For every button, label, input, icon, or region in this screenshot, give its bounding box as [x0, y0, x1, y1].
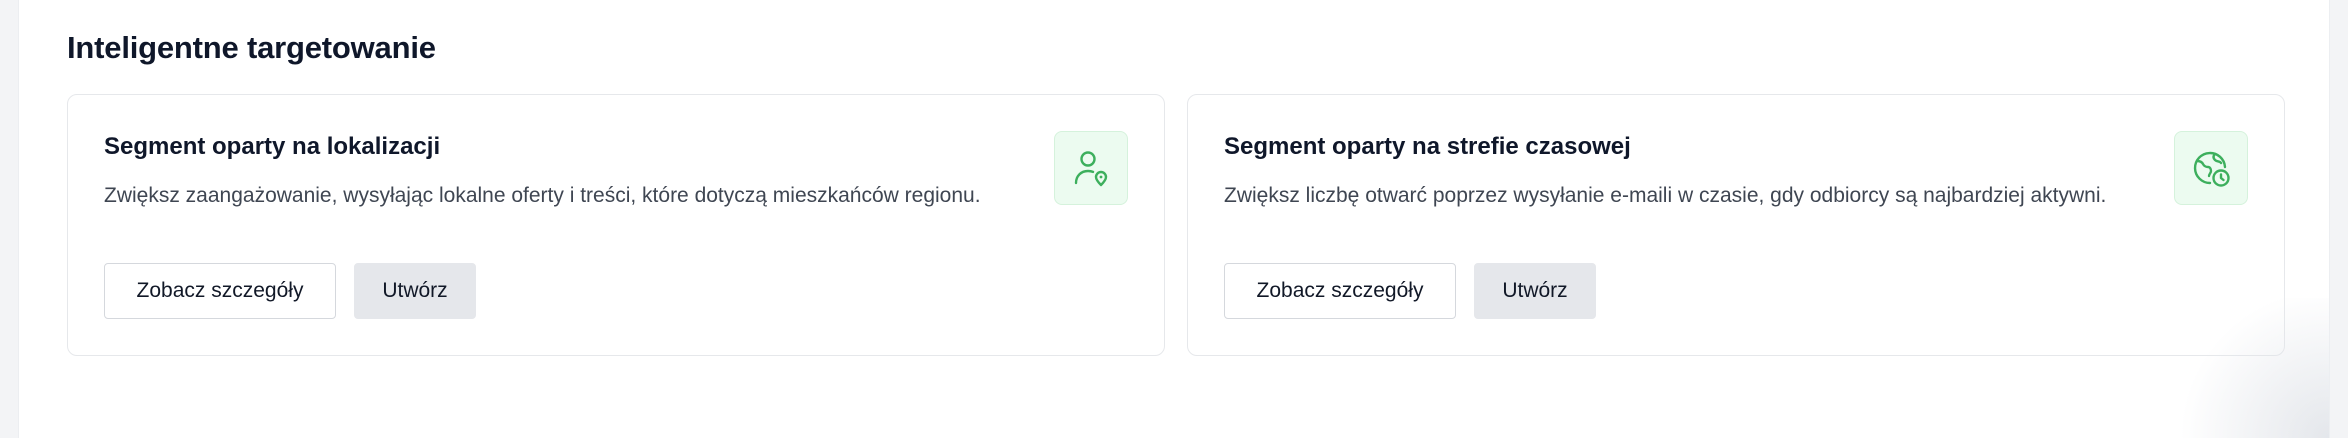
user-location-icon [1054, 131, 1128, 205]
main-panel: Inteligentne targetowanie Segment oparty… [18, 0, 2330, 438]
targeting-cards: Segment oparty na lokalizacji Zwiększ za… [67, 94, 2285, 356]
card-description: Zwiększ zaangażowanie, wysyłając lokalne… [104, 184, 981, 207]
view-details-button[interactable]: Zobacz szczegóły [104, 263, 336, 319]
corner-shadow [2169, 298, 2329, 438]
card-actions: Zobacz szczegóły Utwórz [104, 263, 476, 319]
location-segment-card: Segment oparty na lokalizacji Zwiększ za… [67, 94, 1165, 356]
card-title: Segment oparty na lokalizacji [104, 133, 441, 160]
timezone-segment-card: Segment oparty na strefie czasowej Zwięk… [1187, 94, 2285, 356]
section-title: Inteligentne targetowanie [67, 30, 436, 65]
create-button[interactable]: Utwórz [354, 263, 476, 319]
card-description: Zwiększ liczbę otwarć poprzez wysyłanie … [1224, 184, 2107, 207]
create-button[interactable]: Utwórz [1474, 263, 1596, 319]
card-actions: Zobacz szczegóły Utwórz [1224, 263, 1596, 319]
card-title: Segment oparty na strefie czasowej [1224, 133, 1631, 160]
view-details-button[interactable]: Zobacz szczegóły [1224, 263, 1456, 319]
globe-clock-icon [2174, 131, 2248, 205]
